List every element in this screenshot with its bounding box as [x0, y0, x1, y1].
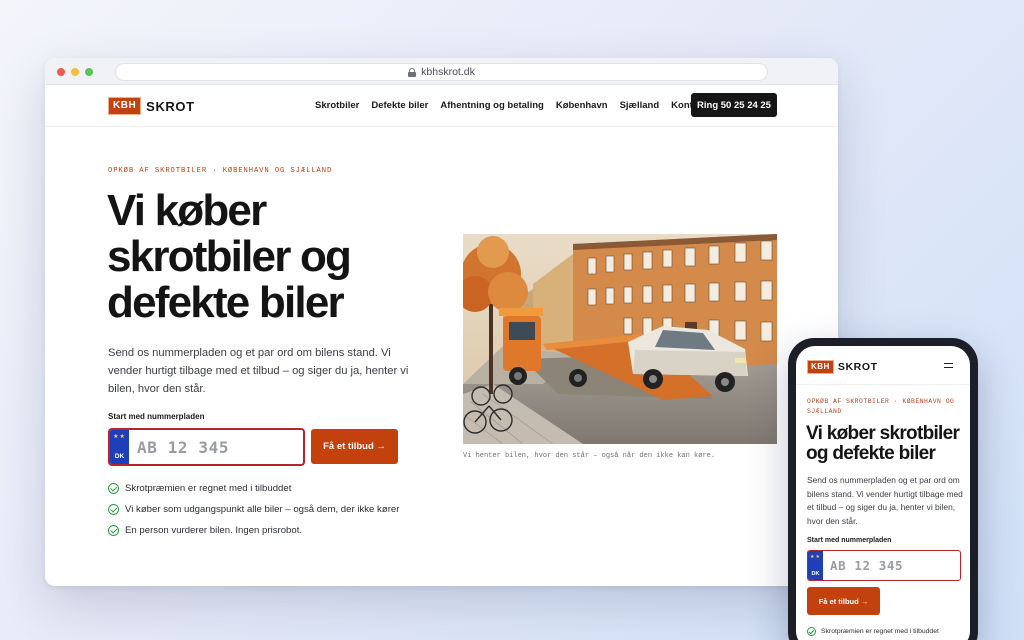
mobile-header: KBH SKROT	[796, 346, 970, 385]
mobile-license-plate-field: ★★ DK	[807, 550, 961, 581]
benefits-list: Skrotpræmien er regnet med i tilbuddet V…	[108, 478, 399, 541]
mobile-get-offer-button[interactable]: Få et tilbud →	[807, 587, 880, 615]
main-nav: Skrotbiler Defekte biler Afhentning og b…	[315, 100, 707, 111]
mobile-hero-lead: Send os nummerpladen og et par ord om bi…	[807, 475, 963, 526]
site-logo[interactable]: KBH SKROT	[108, 97, 195, 115]
logo-badge: KBH	[108, 97, 142, 115]
eu-stars-icon: ★★	[810, 554, 821, 560]
site-header: KBH SKROT Skrotbiler Defekte biler Afhen…	[45, 85, 838, 127]
nav-item-skrotbiler[interactable]: Skrotbiler	[315, 100, 359, 111]
lock-icon	[408, 67, 417, 77]
nav-item-sjaelland[interactable]: Sjælland	[620, 100, 660, 111]
country-code: DK	[114, 453, 125, 460]
url-text: kbhskrot.dk	[421, 66, 475, 78]
eu-country-band: ★★ DK	[808, 551, 823, 580]
country-code: DK	[811, 571, 820, 577]
check-icon	[807, 627, 816, 636]
check-icon	[108, 525, 119, 536]
get-offer-button[interactable]: Få et tilbud →	[311, 429, 398, 464]
nav-item-afhentning[interactable]: Afhentning og betaling	[440, 100, 543, 111]
benefit-text: Skrotpræmien er regnet med i tilbuddet	[125, 483, 292, 494]
eu-country-band: ★★ DK	[110, 430, 129, 464]
minimize-window-button[interactable]	[71, 68, 79, 76]
tow-truck-illustration	[463, 234, 777, 444]
plate-label: Start med nummerpladen	[108, 412, 205, 421]
benefit-item: En person vurderer bilen. Ingen prisrobo…	[108, 520, 399, 541]
phone-screen: KBH SKROT OPKØB AF SKROTBILER · KØBENHAV…	[796, 346, 970, 640]
check-icon	[108, 504, 119, 515]
address-bar[interactable]: kbhskrot.dk	[115, 63, 768, 81]
benefit-text: Skrotpræmien er regnet med i tilbuddet	[821, 628, 939, 635]
close-window-button[interactable]	[57, 68, 65, 76]
benefit-text: En person vurderer bilen. Ingen prisrobo…	[125, 525, 303, 536]
nav-item-koebenhavn[interactable]: København	[556, 100, 608, 111]
mobile-benefit-item: Skrotpræmien er regnet med i tilbuddet	[807, 627, 939, 636]
maximize-window-button[interactable]	[85, 68, 93, 76]
benefit-item: Vi køber som udgangspunkt alle biler – o…	[108, 499, 399, 520]
benefit-item: Skrotpræmien er regnet med i tilbuddet	[108, 478, 399, 499]
eu-stars-icon: ★★	[113, 434, 126, 440]
logo-badge: KBH	[807, 360, 834, 374]
phone-mockup: KBH SKROT OPKØB AF SKROTBILER · KØBENHAV…	[788, 338, 978, 640]
browser-window: kbhskrot.dk KBH SKROT Skrotbiler Defekte…	[45, 58, 838, 586]
mobile-license-plate-input[interactable]	[823, 551, 960, 580]
hero-lead: Send os nummerpladen og et par ord om bi…	[108, 347, 409, 395]
mobile-plate-label: Start med nummerpladen	[807, 537, 892, 544]
mobile-hero-eyebrow: OPKØB AF SKROTBILER · KØBENHAVN OG SJÆLL…	[807, 398, 955, 415]
photo-caption: Vi henter bilen, hvor den står – også nå…	[463, 452, 716, 460]
license-plate-input[interactable]	[129, 430, 303, 464]
browser-toolbar: kbhskrot.dk	[45, 58, 838, 85]
check-icon	[108, 483, 119, 494]
mobile-site-logo[interactable]: KBH SKROT	[807, 360, 878, 374]
nav-item-defekte-biler[interactable]: Defekte biler	[371, 100, 428, 111]
call-button[interactable]: Ring 50 25 24 25	[691, 93, 777, 117]
mobile-hero-title: Vi køber skrotbiler og defekte biler	[806, 423, 960, 464]
menu-icon[interactable]	[944, 363, 953, 368]
hero-photo	[463, 234, 777, 444]
hero-title: Vi køber skrotbiler og defekte biler	[107, 186, 352, 327]
logo-text: SKROT	[837, 361, 878, 373]
license-plate-field: ★★ DK	[108, 428, 305, 466]
hero-eyebrow: OPKØB AF SKROTBILER · KØBENHAVN OG SJÆLL…	[108, 167, 333, 175]
logo-text: SKROT	[146, 98, 195, 114]
benefit-text: Vi køber som udgangspunkt alle biler – o…	[125, 504, 400, 515]
